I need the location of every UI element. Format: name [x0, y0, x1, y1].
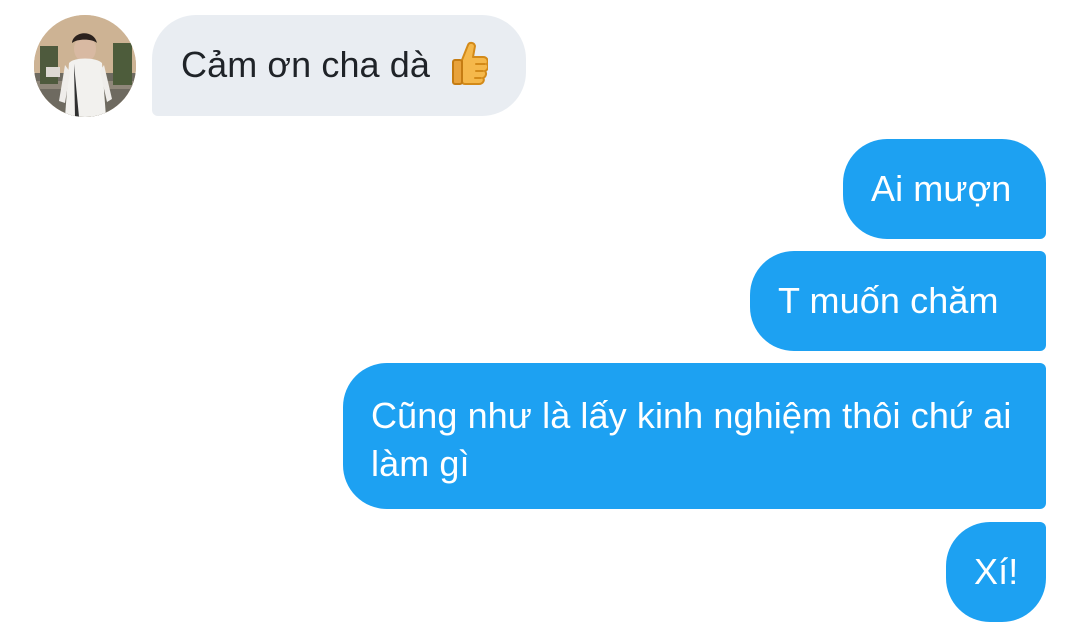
outgoing-message[interactable]: Ai mượn [843, 139, 1046, 239]
outgoing-message[interactable]: Cũng như là lấy kinh nghiệm thôi chứ ai … [343, 363, 1046, 509]
incoming-message[interactable]: Cảm ơn cha dà [152, 15, 526, 116]
outgoing-message[interactable]: Xí! [946, 522, 1046, 622]
outgoing-message[interactable]: T muốn chăm [750, 251, 1046, 351]
thumbs-up-icon [450, 41, 490, 85]
outgoing-message-text: Ai mượn [871, 168, 1012, 209]
outgoing-message-text: T muốn chăm [778, 280, 999, 321]
outgoing-message-text: Xí! [974, 551, 1019, 592]
incoming-message-text: Cảm ơn cha dà [181, 44, 431, 85]
contact-avatar[interactable] [34, 15, 136, 117]
outgoing-message-text: Cũng như là lấy kinh nghiệm thôi chứ ai … [371, 395, 1012, 484]
avatar-photo [34, 15, 136, 117]
